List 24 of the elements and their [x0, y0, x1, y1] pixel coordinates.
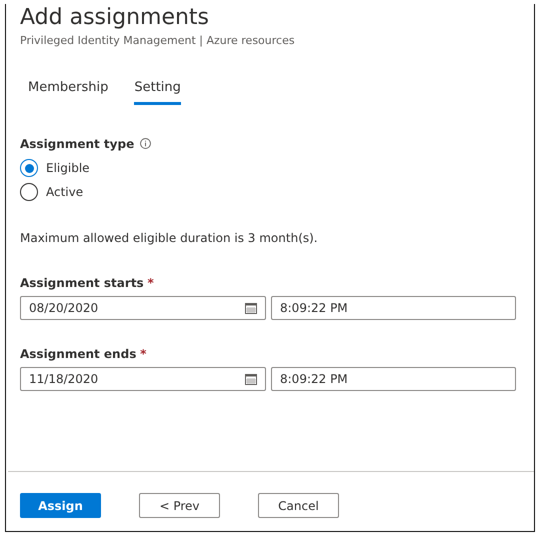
- field-label: Assignment type: [20, 137, 134, 151]
- calendar-icon[interactable]: [245, 373, 257, 385]
- action-button[interactable]: < Prev: [139, 493, 220, 518]
- time-field[interactable]: 8:09:22 PM: [271, 367, 516, 391]
- action-button[interactable]: Cancel: [258, 493, 339, 518]
- page-subtitle: Privileged Identity Management | Azure resources: [20, 33, 296, 49]
- radio-label: Active: [46, 184, 84, 201]
- info-icon[interactable]: [140, 138, 152, 149]
- tab[interactable]: Membership: [28, 78, 108, 105]
- required-mark: *: [148, 276, 154, 290]
- radio-button[interactable]: [20, 183, 38, 201]
- time-field[interactable]: 8:09:22 PM: [271, 296, 516, 320]
- radio-button[interactable]: [20, 159, 38, 177]
- radio-label: Eligible: [46, 160, 90, 177]
- field-label: Assignment starts: [20, 276, 144, 290]
- date-field[interactable]: 11/18/2020: [20, 367, 266, 391]
- field-label: Assignment ends: [20, 347, 136, 361]
- date-field[interactable]: 08/20/2020: [20, 296, 266, 320]
- assign-button[interactable]: Assign: [20, 493, 101, 518]
- page-title: Add assignments: [20, 4, 210, 32]
- tab[interactable]: Setting: [134, 78, 181, 105]
- calendar-icon[interactable]: [245, 302, 257, 314]
- required-mark: *: [140, 347, 146, 361]
- info-text: Maximum allowed eligible duration is 3 month(s).: [20, 230, 319, 247]
